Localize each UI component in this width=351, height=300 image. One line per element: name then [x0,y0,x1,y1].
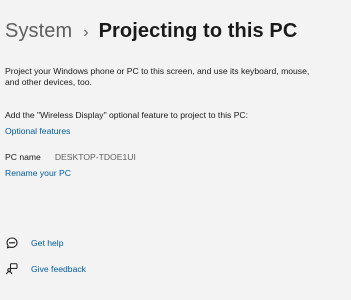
feedback-icon [6,263,18,275]
pc-name-label: PC name [5,152,41,162]
wireless-display-text: Add the "Wireless Display" optional feat… [5,110,249,120]
pc-name-row: PC name DESKTOP-TDOE1UI [5,152,136,162]
give-feedback-link[interactable]: Give feedback [31,264,86,274]
page-title: Projecting to this PC [98,20,298,42]
settings-page: System › Projecting to this PC Project y… [0,0,351,300]
projecting-description: Project your Windows phone or PC to this… [5,66,310,87]
get-help-icon [6,237,18,249]
get-help-link[interactable]: Get help [31,238,64,248]
optional-features-link[interactable]: Optional features [5,126,70,136]
breadcrumb-separator-icon: › [83,24,89,41]
pc-name-value: DESKTOP-TDOE1UI [54,152,136,162]
breadcrumb-system[interactable]: System [5,20,72,43]
give-feedback-row[interactable]: Give feedback [6,263,86,275]
get-help-row[interactable]: Get help [6,237,64,249]
breadcrumb: System › Projecting to this PC [5,20,297,50]
rename-pc-link[interactable]: Rename your PC [5,168,71,178]
